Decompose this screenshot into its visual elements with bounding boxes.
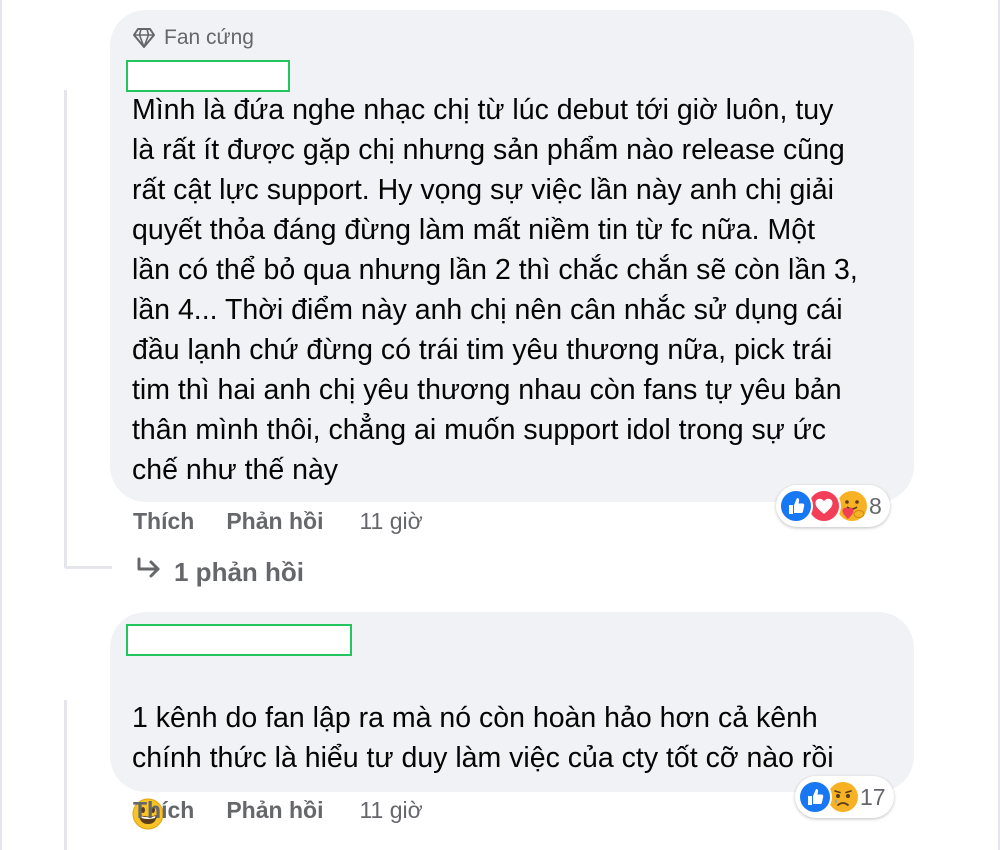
comment-actions: Thích Phản hồi 11 giờ [133, 508, 423, 535]
comment-text-body: 1 kênh do fan lập ra mà nó còn hoàn hảo … [132, 702, 834, 774]
like-button[interactable]: Thích [133, 797, 194, 824]
reaction-summary[interactable]: 17 [795, 776, 894, 818]
thread-connector-branch [64, 566, 112, 569]
comment-text: Mình là đứa nghe nhạc chị từ lúc debut t… [132, 94, 858, 486]
reaction-summary[interactable]: 8 [776, 485, 890, 527]
author-name-redacted[interactable] [126, 624, 352, 656]
fan-badge-label: Fan cứng [164, 26, 254, 49]
reaction-count: 17 [860, 783, 886, 810]
reply-button[interactable]: Phản hồi [226, 797, 323, 824]
like-button[interactable]: Thích [133, 508, 194, 535]
view-replies-label: 1 phản hồi [174, 557, 304, 587]
reply-arrow-icon [134, 556, 164, 589]
diamond-icon [132, 27, 156, 49]
timestamp[interactable]: 11 giờ [359, 508, 422, 535]
view-replies-link[interactable]: 1 phản hồi [134, 556, 304, 589]
like-icon [798, 780, 832, 814]
reply-button[interactable]: Phản hồi [226, 508, 323, 535]
comment-thread: Fan cứng Mình là đứa nghe nhạc chị từ lú… [0, 0, 1000, 850]
fan-badge[interactable]: Fan cứng [132, 26, 254, 50]
left-border [0, 0, 2, 850]
timestamp[interactable]: 11 giờ [359, 797, 422, 824]
reaction-count: 8 [869, 492, 882, 519]
thread-connector-line [64, 90, 67, 568]
like-icon [779, 489, 813, 523]
thread-connector-line [64, 700, 67, 850]
comment-actions: Thích Phản hồi 11 giờ [133, 797, 423, 824]
author-name-redacted[interactable] [126, 60, 290, 92]
